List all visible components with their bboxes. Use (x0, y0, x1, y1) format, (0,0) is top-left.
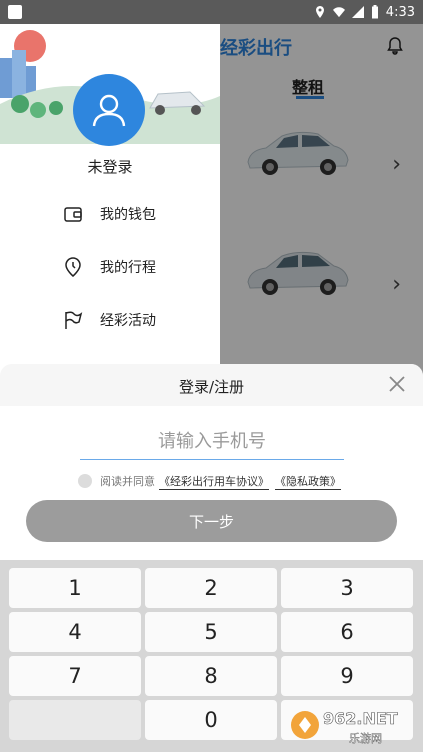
close-icon[interactable] (387, 374, 407, 394)
key-0[interactable]: 0 (145, 700, 277, 740)
menu-item-label: 我的钱包 (100, 207, 156, 223)
key-9[interactable]: 9 (281, 656, 413, 696)
sheet-title: 登录/注册 (178, 378, 245, 396)
flag-icon (65, 311, 83, 329)
key-1[interactable]: 1 (9, 568, 141, 608)
location-pin-icon (65, 257, 81, 277)
sheet-header: 登录/注册 (0, 364, 423, 406)
agreement-row: 阅读并同意 《经彩出行用车协议》 《隐私政策》 (78, 472, 347, 490)
battery-icon (371, 5, 378, 19)
key-6[interactable]: 6 (281, 612, 413, 652)
key-5[interactable]: 5 (145, 612, 277, 652)
next-button[interactable]: 下一步 (26, 500, 397, 542)
key-blank (9, 700, 141, 740)
user-icon (92, 94, 126, 127)
agree-checkbox[interactable] (78, 474, 92, 488)
menu-item-label: 经彩活动 (100, 313, 156, 329)
watermark-caption: 乐游网 (349, 732, 382, 745)
avatar[interactable] (73, 74, 145, 146)
location-icon (315, 6, 324, 18)
menu-item-label: 我的行程 (100, 260, 156, 276)
key-2[interactable]: 2 (145, 568, 277, 608)
agreement-link[interactable]: 《经彩出行用车协议》 (159, 473, 269, 490)
status-icons: 4:33 (314, 5, 415, 20)
clock-time: 4:33 (385, 4, 415, 20)
wallet-icon (64, 207, 82, 222)
notification-icon (8, 5, 22, 19)
key-7[interactable]: 7 (9, 656, 141, 696)
agree-text: 阅读并同意 (100, 475, 155, 488)
key-8[interactable]: 8 (145, 656, 277, 696)
signal-icon (351, 6, 364, 18)
login-sheet: 登录/注册 阅读并同意 《经彩出行用车协议》 《隐私政策》 下一步 1 2 3 … (0, 364, 423, 752)
wifi-icon (332, 7, 345, 18)
phone-input[interactable] (80, 424, 344, 460)
site-watermark: 962.NET 乐游网 (291, 709, 398, 745)
login-status[interactable]: 未登录 (0, 156, 220, 177)
key-3[interactable]: 3 (281, 568, 413, 608)
status-bar: 4:33 (0, 0, 423, 24)
key-4[interactable]: 4 (9, 612, 141, 652)
watermark-site: 962.NET (323, 709, 398, 728)
privacy-link[interactable]: 《隐私政策》 (275, 473, 341, 490)
